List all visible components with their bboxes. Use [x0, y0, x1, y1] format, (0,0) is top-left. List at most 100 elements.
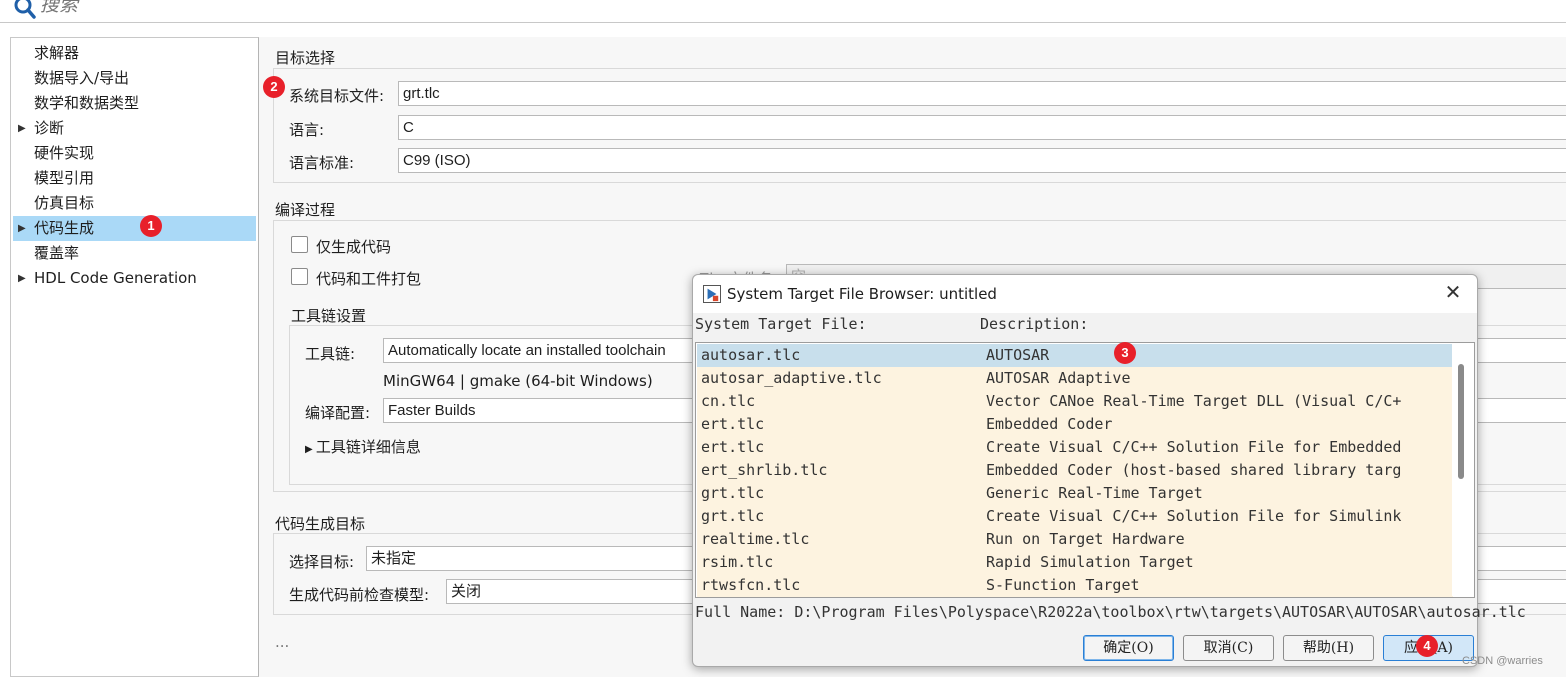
select-objective-label: 选择目标: [289, 553, 355, 571]
tree-item-data-import-export[interactable]: 数据导入/导出 [13, 66, 256, 91]
toolchain-info: MinGW64 | gmake (64-bit Windows) [383, 372, 653, 390]
config-category-tree: 求解器 数据导入/导出 数学和数据类型 ▶ 诊断 硬件实现 模型引用 仿真目标 ▶… [10, 37, 259, 677]
dialog-title: System Target File Browser: untitled [727, 285, 997, 303]
watermark: CSDN @warries [1462, 655, 1543, 667]
list-item[interactable]: autosar.tlc AUTOSAR [697, 344, 1453, 367]
tree-item-label: 模型引用 [34, 169, 95, 187]
tree-item-coverage[interactable]: 覆盖率 [13, 241, 256, 266]
target-file-name: ert.tlc [701, 438, 765, 456]
target-file-name: ert_shrlib.tlc [701, 461, 828, 479]
list-item[interactable]: realtime.tlc Run on Target Hardware [697, 528, 1453, 551]
expand-arrow-icon[interactable]: ▶ [18, 116, 26, 141]
target-file-name: realtime.tlc [701, 530, 810, 548]
expand-arrow-icon[interactable]: ▶ [18, 266, 26, 291]
system-target-file-field[interactable]: grt.tlc [398, 81, 1566, 106]
target-selection-group: 系统目标文件: grt.tlc 语言: C 语言标准: C99 (ISO) [273, 68, 1566, 183]
scrollbar-thumb[interactable] [1458, 364, 1464, 479]
more-settings-ellipsis[interactable]: ... [275, 633, 289, 651]
tree-item-label: 数据导入/导出 [34, 69, 130, 87]
tree-item-model-referencing[interactable]: 模型引用 [13, 166, 256, 191]
close-icon[interactable]: ✕ [1443, 283, 1463, 303]
language-label: 语言: [289, 121, 325, 139]
list-item[interactable]: rsim.tlc Rapid Simulation Target [697, 551, 1453, 574]
tree-item-label: 硬件实现 [34, 144, 95, 162]
tree-item-label: HDL Code Generation [34, 269, 197, 287]
generate-code-only-label: 仅生成代码 [316, 238, 392, 256]
column-header-description: Description: [980, 315, 1089, 333]
tree-item-hdl-code-generation[interactable]: ▶ HDL Code Generation [13, 266, 256, 291]
tree-item-label: 数学和数据类型 [34, 94, 140, 112]
ok-button[interactable]: 确定(O) [1083, 635, 1174, 661]
target-file-name: grt.tlc [701, 507, 765, 525]
section-title-build-process: 编译过程 [275, 201, 336, 219]
package-code-label: 代码和工件打包 [316, 270, 422, 288]
target-file-description: Create Visual C/C++ Solution File for Si… [986, 507, 1402, 525]
tree-item-label: 代码生成 [34, 219, 95, 237]
search-input[interactable] [40, 0, 440, 16]
dialog-titlebar: System Target File Browser: untitled ✕ [693, 275, 1477, 313]
target-file-description: Rapid Simulation Target [986, 553, 1194, 571]
target-file-name: grt.tlc [701, 484, 765, 502]
search-icon[interactable] [14, 0, 36, 20]
target-file-description: Run on Target Hardware [986, 530, 1185, 548]
list-item[interactable]: grt.tlc Create Visual C/C++ Solution File… [697, 505, 1453, 528]
list-item[interactable]: rtwsfcn.tlc S-Function Target [697, 574, 1453, 597]
tree-item-diagnostics[interactable]: ▶ 诊断 [13, 116, 256, 141]
list-item[interactable]: autosar_adaptive.tlc AUTOSAR Adaptive [697, 367, 1453, 390]
target-file-description: Create Visual C/C++ Solution File for Em… [986, 438, 1402, 456]
toolchain-label: 工具链: [305, 345, 356, 363]
tree-item-solver[interactable]: 求解器 [13, 41, 256, 66]
target-file-list[interactable]: autosar.tlc AUTOSAR autosar_adaptive.tlc A… [695, 342, 1475, 598]
target-file-name: rsim.tlc [701, 553, 774, 571]
full-name-path: Full Name: D:\Program Files\Polyspace\R2… [695, 603, 1526, 621]
target-file-name: ert.tlc [701, 415, 765, 433]
tree-item-label: 诊断 [34, 119, 65, 137]
section-title-target-selection: 目标选择 [275, 49, 336, 67]
list-item[interactable]: cn.tlc Vector CANoe Real-Time Target DLL … [697, 390, 1453, 413]
toolchain-details-toggle[interactable]: ▶ 工具链详细信息 [305, 436, 421, 457]
tree-item-label: 仿真目标 [34, 194, 95, 212]
expand-arrow-icon[interactable]: ▶ [18, 216, 26, 241]
annotation-badge: 2 [263, 76, 285, 98]
toolchain-settings-title: 工具链设置 [291, 307, 367, 325]
annotation-badge: 1 [140, 215, 162, 237]
tree-item-hardware-implementation[interactable]: 硬件实现 [13, 141, 256, 166]
build-config-label: 编译配置: [305, 404, 371, 422]
tree-item-code-generation[interactable]: ▶ 代码生成 [13, 216, 256, 241]
list-item[interactable]: ert.tlc Embedded Coder [697, 413, 1453, 436]
target-file-description: AUTOSAR Adaptive [986, 369, 1131, 387]
language-standard-select[interactable]: C99 (ISO) [398, 148, 1566, 173]
list-scrollbar[interactable] [1452, 344, 1473, 596]
column-header-file: System Target File: [695, 315, 867, 333]
target-file-description: Embedded Coder [986, 415, 1113, 433]
search-bar [0, 0, 1566, 23]
tree-item-math-data-types[interactable]: 数学和数据类型 [13, 91, 256, 116]
list-item[interactable]: grt.tlc Generic Real-Time Target [697, 482, 1453, 505]
expand-arrow-icon: ▶ [305, 444, 316, 455]
generate-code-only-checkbox[interactable] [291, 236, 308, 253]
tree-item-label: 覆盖率 [34, 244, 80, 262]
target-file-description: AUTOSAR [986, 346, 1050, 364]
target-file-description: S-Function Target [986, 576, 1140, 594]
annotation-badge: 3 [1114, 342, 1136, 364]
target-file-description: Vector CANoe Real-Time Target DLL (Visua… [986, 392, 1402, 410]
target-file-description: Generic Real-Time Target [986, 484, 1203, 502]
list-item[interactable]: ert.tlc Create Visual C/C++ Solution File… [697, 436, 1453, 459]
target-file-name: rtwsfcn.tlc [701, 576, 801, 594]
target-file-name: autosar.tlc [701, 346, 801, 364]
cancel-button[interactable]: 取消(C) [1183, 635, 1274, 661]
tree-item-simulation-target[interactable]: 仿真目标 [13, 191, 256, 216]
help-button[interactable]: 帮助(H) [1283, 635, 1374, 661]
tree-item-label: 求解器 [34, 44, 80, 62]
list-item[interactable]: ert_shrlib.tlc Embedded Coder (host-based… [697, 459, 1453, 482]
annotation-badge: 4 [1416, 635, 1438, 657]
target-file-description: Embedded Coder (host-based shared librar… [986, 461, 1402, 479]
check-model-label: 生成代码前检查模型: [289, 586, 430, 604]
section-title-code-gen-objectives: 代码生成目标 [275, 515, 366, 533]
language-select[interactable]: C [398, 115, 1566, 140]
package-code-checkbox[interactable] [291, 268, 308, 285]
language-standard-label: 语言标准: [289, 154, 355, 172]
system-target-file-browser-dialog: System Target File Browser: untitled ✕ S… [692, 274, 1526, 667]
target-file-name: autosar_adaptive.tlc [701, 369, 882, 387]
toolchain-details-label: 工具链详细信息 [315, 438, 421, 456]
